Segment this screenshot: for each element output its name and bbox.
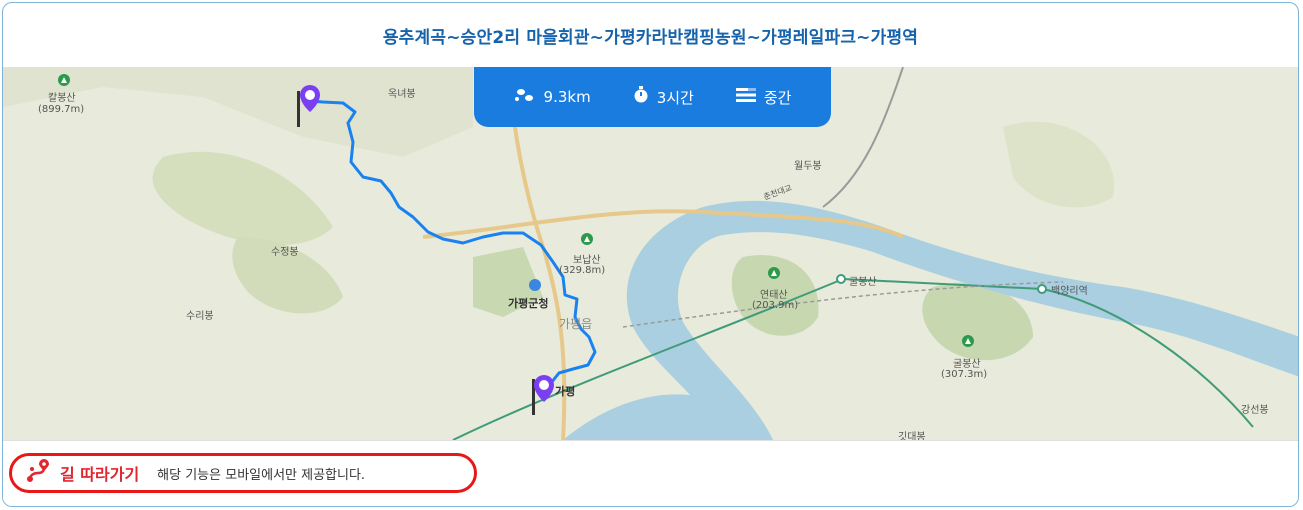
station-label: 가평 [555, 385, 576, 398]
station-label: 굴봉산 [849, 277, 877, 288]
peak-height-label: (329.8m) [559, 265, 606, 276]
distance-stat: 9.3km [514, 87, 591, 107]
route-pin-icon [24, 459, 52, 487]
peak-label: 옥녀봉 [388, 89, 416, 100]
level-bars-icon [735, 87, 756, 107]
peak-height-label: (899.7m) [38, 104, 85, 115]
peak-label: 보납산 [573, 255, 601, 266]
footer-bar: 길 따라가기 해당 기능은 모바일에서만 제공합니다. [3, 440, 1298, 506]
end-marker [532, 375, 554, 415]
route-map[interactable]: 칼봉산 (899.7m) 옥녀봉 수정봉 수리봉 보납산 (329.8m) 가평… [3, 67, 1298, 440]
peak-label: 수정봉 [271, 247, 299, 258]
peak-label: 깃대봉 [898, 432, 926, 440]
footsteps-icon [514, 87, 536, 107]
route-line [310, 99, 597, 397]
station-label: 백양리역 [1051, 286, 1088, 297]
trail-card: 용추계곡~승안2리 마을회관~가평카라반캠핑농원~가평레일파크~가평역 칼봉산 … [2, 2, 1299, 507]
peak-label: 굴봉산 [953, 359, 981, 370]
stopwatch-icon [633, 86, 649, 108]
time-stat: 3시간 [633, 86, 694, 108]
peak-label: 연태산 [760, 290, 788, 301]
difficulty-stat: 중간 [735, 87, 792, 108]
peak-label: 칼봉산 [48, 93, 76, 104]
peak-label: 강선봉 [1241, 405, 1269, 416]
place-label: 가평군청 [508, 297, 549, 310]
follow-route-label: 길 따라가기 [60, 465, 140, 484]
peak-label: 수리봉 [186, 311, 214, 322]
route-stats-banner: 9.3km 3시간 중간 [474, 67, 831, 127]
mobile-only-note: 해당 기능은 모바일에서만 제공합니다. [157, 467, 366, 483]
route-title: 용추계곡~승안2리 마을회관~가평카라반캠핑농원~가평레일파크~가평역 [382, 27, 919, 48]
distance-value: 9.3km [543, 88, 591, 106]
peak-label: 월두봉 [794, 161, 822, 172]
peak-height-label: (203.9m) [752, 300, 799, 311]
time-value: 3시간 [656, 88, 694, 107]
peak-height-label: (307.3m) [941, 369, 988, 380]
town-label: 가평읍 [559, 317, 593, 331]
difficulty-value: 중간 [763, 88, 792, 107]
follow-route-button[interactable]: 길 따라가기 해당 기능은 모바일에서만 제공합니다. [9, 453, 477, 493]
